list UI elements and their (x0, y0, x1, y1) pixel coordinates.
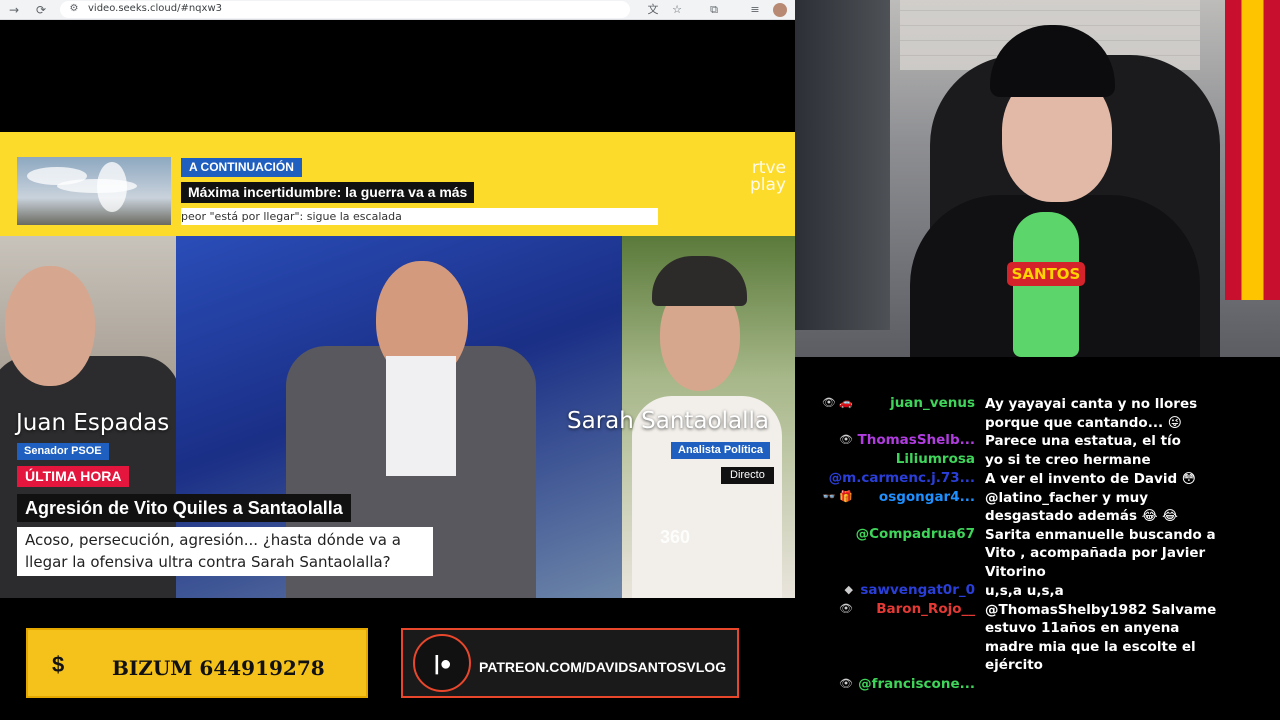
chat-text: A ver el invento de David 😳 (985, 470, 1270, 489)
live-chat: 👁 🚗 juan_venus Ay yayayai canta y no llore… (795, 357, 1280, 720)
site-settings-icon[interactable]: ⚙ (66, 1, 82, 17)
presenter-shirt (386, 356, 456, 476)
patreon-banner[interactable]: |● PATREON.COM/DAVIDSANTOSVLOG (401, 628, 739, 698)
next-up-title: Máxima incertidumbre: la guerra va a más (181, 182, 475, 203)
ny-cap (652, 256, 747, 306)
chat-username[interactable]: @m.carmenc.j.73... (800, 470, 975, 486)
channel-watermark: 360 (660, 527, 691, 547)
bizum-banner[interactable]: $ BIZUM 644919278 (26, 628, 368, 698)
left-guest-name: Juan Espadas (16, 410, 170, 436)
profile-avatar[interactable] (773, 3, 787, 17)
chat-text-line: yo si te creo hermane (985, 452, 1151, 469)
next-up-label: A CONTINUACIÓN (181, 158, 302, 177)
bizum-text: BIZUM 644919278 (112, 656, 325, 680)
left-guest-role: Senador PSOE (17, 443, 109, 460)
translate-icon[interactable]: 文 (645, 2, 661, 18)
live-badge: Directo (721, 467, 774, 484)
subheadline-line-2: llegar la ofensiva ultra contra Sarah Sa… (25, 553, 391, 571)
chat-text-line: Parece una estatua, el tío (985, 433, 1181, 450)
reload-icon[interactable]: ⟳ (33, 2, 49, 18)
chat-text: Ay yayayai canta y no llores porque que c… (985, 395, 1270, 432)
spain-flag (1225, 0, 1280, 300)
right-guest-role: Analista Política (671, 442, 770, 459)
chat-username[interactable]: Liliumrosa (800, 451, 975, 467)
address-bar[interactable]: ⚙ video.seeks.cloud/#nqxw3 (60, 1, 630, 18)
chat-text-line: estuvo 11años en anyena (985, 620, 1180, 637)
next-up-ticker: peor "está por llegar": sigue la escalad… (181, 208, 658, 225)
breaking-news-label: ÚLTIMA HORA (17, 466, 130, 487)
chat-username[interactable]: Baron_Rojo__ (800, 601, 975, 617)
chat-text-line: Vitorino (985, 563, 1046, 580)
dollar-icon: $ (52, 652, 65, 677)
chat-username[interactable]: osgongar4... (800, 489, 975, 505)
forward-icon[interactable]: → (6, 2, 22, 18)
chat-username[interactable]: @Compadrua67 (800, 526, 975, 542)
chat-username[interactable]: ThomasShelb... (800, 432, 975, 448)
streamer-webcam: SANTOS (795, 0, 1280, 357)
chat-text-line: madre mia que la escolte el (985, 638, 1196, 655)
right-guest-name: Sarah Santaolalla (567, 408, 769, 434)
logo-line-2: play (750, 175, 786, 195)
browser-toolbar: → ⟳ ⚙ video.seeks.cloud/#nqxw3 文 ☆ ⧉ ≡ (0, 0, 795, 20)
chat-text-line: Sarita enmanuelle buscando a (985, 526, 1216, 543)
chat-username[interactable]: @franciscone... (800, 676, 975, 692)
mic-label: SANTOS (1007, 262, 1085, 286)
chat-text: @ThomasShelby1982 Salvame estuvo 11años e… (985, 601, 1270, 675)
chat-text-line: Vito , acompañada por Javier (985, 545, 1206, 562)
subheadline-line-1: Acoso, persecución, agresión... ¿hasta d… (25, 531, 401, 549)
chat-text-line: A ver el invento de David 😳 (985, 470, 1196, 487)
chat-text-line: porque que cantando... 😜 (985, 414, 1182, 431)
chat-text: yo si te creo hermane (985, 451, 1270, 470)
chat-text-line: desgastado además 😂 😂 (985, 508, 1178, 524)
bookmark-star-icon[interactable]: ☆ (669, 2, 685, 18)
patreon-text: PATREON.COM/DAVIDSANTOSVLOG (479, 659, 727, 675)
chat-text-line: Ay yayayai canta y no llores (985, 396, 1198, 412)
chat-username[interactable]: sawvengat0r_0 (800, 582, 975, 598)
chat-text: Parece una estatua, el tío (985, 432, 1270, 451)
chat-text: @latino_facher y muy desgastado además 😂 … (985, 489, 1270, 526)
collectibles-shelf (795, 0, 890, 330)
chat-username[interactable]: juan_venus (800, 395, 975, 411)
headline: Agresión de Vito Quiles a Santaolalla (17, 494, 351, 522)
url-text[interactable]: video.seeks.cloud/#nqxw3 (88, 3, 222, 14)
video-letterbox-top (0, 26, 795, 132)
subheadline: Acoso, persecución, agresión... ¿hasta d… (17, 527, 433, 576)
patreon-logo-circle: |● (413, 634, 471, 692)
chat-text-line: @latino_facher y muy (985, 489, 1149, 506)
chat-text-line: u,s,a u,s,a (985, 583, 1064, 599)
patreon-icon: |● (434, 653, 452, 675)
chat-text: u,s,a u,s,a (985, 582, 1270, 601)
chat-text-line: @ThomasShelby1982 Salvame (985, 601, 1217, 618)
next-up-thumbnail[interactable] (17, 157, 171, 225)
extensions-icon[interactable]: ⧉ (706, 2, 722, 18)
chat-text: Sarita enmanuelle buscando a Vito , acomp… (985, 526, 1270, 582)
rtve-play-logo: rtve play (742, 160, 786, 194)
chat-text-line: ejército (985, 657, 1043, 674)
media-controls-icon[interactable]: ≡ (747, 2, 763, 18)
